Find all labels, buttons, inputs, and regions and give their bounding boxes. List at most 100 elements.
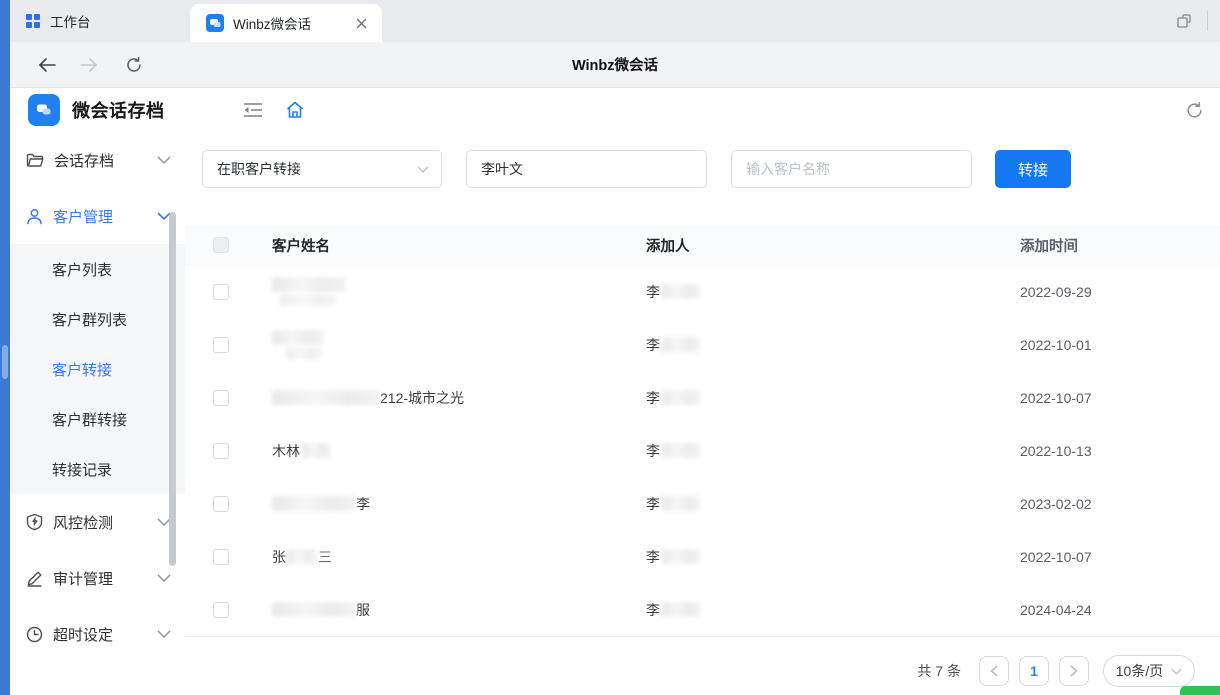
corner-green-badge — [1180, 686, 1220, 695]
sidebar-item-label: 客户管理 — [53, 206, 157, 227]
pagination: 共 7 条 1 10条/页 — [185, 637, 1220, 687]
customer-table: 客户姓名 添加人 添加时间 李 2022-09-29 李 2022-10-01 … — [185, 225, 1220, 637]
customer-management-submenu: 客户列表 客户群列表 客户转接 客户群转接 转接记录 — [10, 244, 185, 494]
nav-bar: Winbz微会话 — [10, 42, 1220, 88]
current-page-button[interactable]: 1 — [1019, 656, 1049, 686]
customer-name-suffix: 三 — [318, 547, 332, 567]
sidebar-collapse-icon[interactable] — [239, 96, 267, 124]
sidebar-item-customer-management[interactable]: 客户管理 — [10, 188, 185, 244]
adder-name: 李 — [646, 494, 660, 514]
table-row[interactable]: 212-城市之光 李 2022-10-07 — [185, 371, 1220, 424]
customer-name-input[interactable] — [731, 150, 972, 188]
sidebar-item-label: 风控检测 — [53, 512, 157, 533]
row-checkbox[interactable] — [213, 284, 229, 300]
transfer-type-select[interactable]: 在职客户转接 — [202, 150, 442, 188]
shield-icon — [26, 513, 43, 531]
sidebar-subitem-customer-transfer[interactable]: 客户转接 — [10, 344, 185, 394]
chat-app-icon — [206, 14, 224, 32]
customer-name: 服 — [356, 600, 370, 620]
tab-app-label: Winbz微会话 — [233, 13, 343, 33]
sidebar: 会话存档 客户管理 客户列表 客户群列表 客户转接 客户群转接 转接记录 风控检… — [10, 132, 185, 695]
main-content: 在职客户转接 转接 客户姓名 添加人 添加时间 李 2022-09-29 李 2… — [185, 132, 1220, 695]
add-date: 2023-02-02 — [1020, 496, 1220, 512]
add-date: 2022-10-07 — [1020, 390, 1220, 406]
tab-close-icon[interactable] — [352, 14, 370, 32]
row-checkbox[interactable] — [213, 443, 229, 459]
forward-icon[interactable] — [74, 50, 104, 80]
sidebar-item-label: 会话存档 — [54, 150, 157, 171]
total-count: 共 7 条 — [917, 661, 961, 681]
nav-title: Winbz微会话 — [10, 54, 1220, 75]
transfer-button[interactable]: 转接 — [995, 150, 1071, 188]
staff-name-input[interactable] — [466, 150, 707, 188]
back-icon[interactable] — [32, 50, 62, 80]
row-checkbox[interactable] — [213, 390, 229, 406]
row-checkbox[interactable] — [213, 496, 229, 512]
col-header-adder: 添加人 — [646, 235, 1020, 256]
next-page-button[interactable] — [1059, 656, 1089, 686]
sidebar-subitem-customer-list[interactable]: 客户列表 — [10, 244, 185, 294]
chevron-down-icon — [1171, 668, 1182, 675]
prev-page-button[interactable] — [979, 656, 1009, 686]
current-page-number: 1 — [1030, 663, 1038, 679]
app-logo-icon — [28, 94, 60, 126]
subitem-label: 客户转接 — [52, 359, 112, 380]
table-row[interactable]: 李 2022-09-29 — [185, 265, 1220, 318]
adder-name: 李 — [646, 388, 660, 408]
sidebar-item-label: 超时设定 — [53, 624, 157, 645]
adder-name: 李 — [646, 600, 660, 620]
home-icon[interactable] — [281, 96, 309, 124]
clock-icon — [26, 626, 43, 643]
chevron-right-icon — [1070, 665, 1078, 677]
customer-name: 张 — [272, 547, 286, 567]
transfer-type-value: 在职客户转接 — [217, 159, 417, 179]
customer-name: 212-城市之光 — [380, 388, 464, 408]
col-header-customer-name: 客户姓名 — [272, 235, 646, 256]
subitem-label: 客户群列表 — [52, 309, 127, 330]
tab-workbench[interactable]: 工作台 — [10, 0, 111, 42]
row-checkbox[interactable] — [213, 602, 229, 618]
content-refresh-icon[interactable] — [1180, 96, 1208, 124]
add-date: 2022-10-13 — [1020, 443, 1220, 459]
open-new-window-icon[interactable] — [1175, 12, 1193, 30]
sidebar-item-session-archive[interactable]: 会话存档 — [10, 132, 185, 188]
sidebar-item-timeout-settings[interactable]: 超时设定 — [10, 606, 185, 662]
filter-bar: 在职客户转接 转接 — [202, 150, 1220, 188]
table-header-row: 客户姓名 添加人 添加时间 — [185, 225, 1220, 265]
sidebar-subitem-customer-group-list[interactable]: 客户群列表 — [10, 294, 185, 344]
row-checkbox[interactable] — [213, 337, 229, 353]
chevron-down-icon — [157, 574, 171, 582]
nav-refresh-icon[interactable] — [119, 50, 149, 80]
sidebar-subitem-transfer-records[interactable]: 转接记录 — [10, 444, 185, 494]
subitem-label: 客户群转接 — [52, 409, 127, 430]
sidebar-item-risk-control[interactable]: 风控检测 — [10, 494, 185, 550]
table-row[interactable]: 木林 李 2022-10-13 — [185, 424, 1220, 477]
sidebar-scrollbar[interactable] — [169, 212, 176, 566]
table-row[interactable]: 李 李 2023-02-02 — [185, 477, 1220, 530]
subitem-label: 客户列表 — [52, 259, 112, 280]
subitem-label: 转接记录 — [52, 459, 112, 480]
page-size-select[interactable]: 10条/页 — [1103, 655, 1195, 687]
table-row[interactable]: 李 2022-10-01 — [185, 318, 1220, 371]
add-date: 2022-09-29 — [1020, 284, 1220, 300]
winbar-divider — [1207, 11, 1208, 31]
table-row[interactable]: 服 李 2024-04-24 — [185, 583, 1220, 636]
select-all-checkbox[interactable] — [213, 237, 229, 253]
row-checkbox[interactable] — [213, 549, 229, 565]
sidebar-subitem-customer-group-transfer[interactable]: 客户群转接 — [10, 394, 185, 444]
customer-name: 木林 — [272, 441, 300, 461]
folder-icon — [26, 152, 44, 168]
sidebar-item-label: 审计管理 — [53, 568, 157, 589]
add-date: 2022-10-07 — [1020, 549, 1220, 565]
tab-workbench-label: 工作台 — [50, 11, 91, 31]
adder-name: 李 — [646, 282, 660, 302]
page-size-value: 10条/页 — [1116, 661, 1163, 681]
table-row[interactable]: 张三 李 2022-10-07 — [185, 530, 1220, 583]
app-header: 微会话存档 — [10, 88, 1220, 132]
tab-app-active[interactable]: Winbz微会话 — [190, 4, 382, 42]
edge-drag-handle[interactable] — [2, 345, 8, 379]
user-icon — [26, 208, 43, 225]
col-header-add-time: 添加时间 — [1020, 235, 1220, 256]
sidebar-item-audit-management[interactable]: 审计管理 — [10, 550, 185, 606]
chevron-down-icon — [417, 166, 429, 173]
